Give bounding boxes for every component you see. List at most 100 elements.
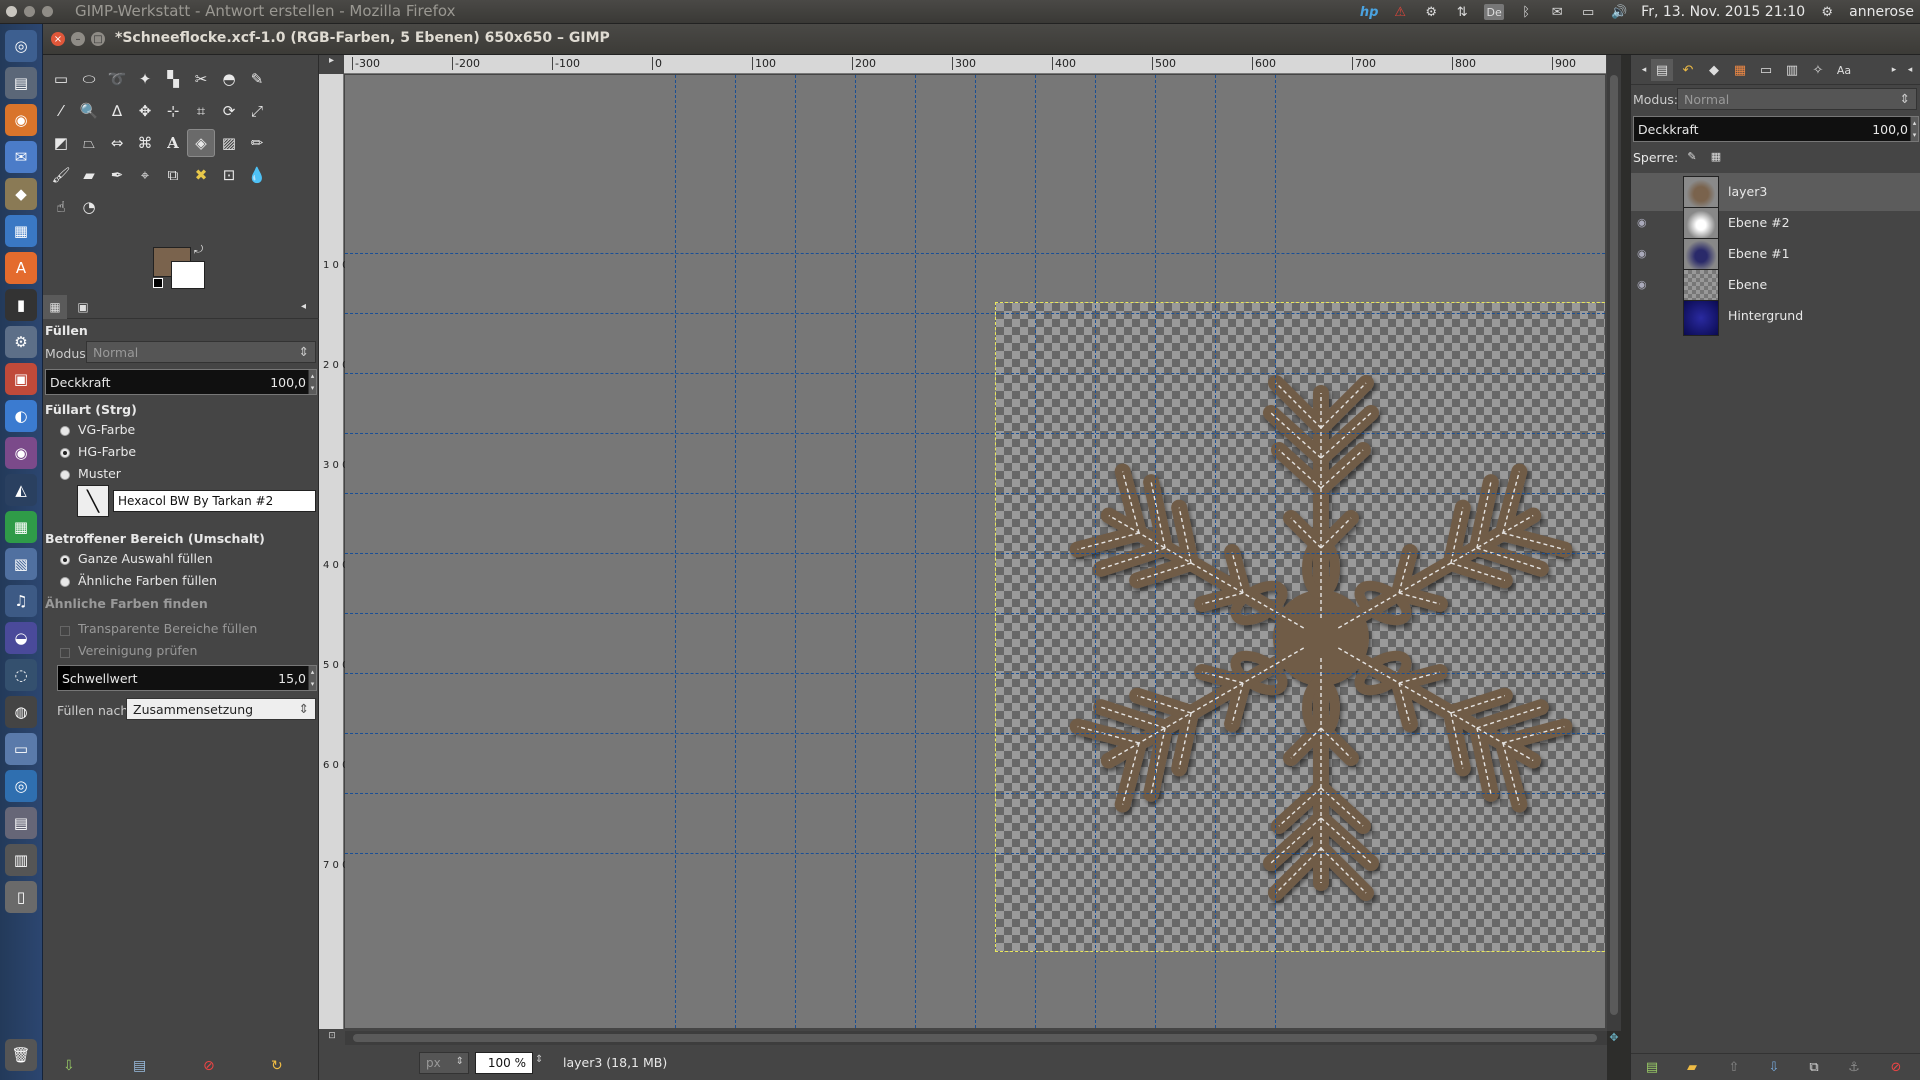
gradients-tab-icon[interactable]: ▭ (1755, 59, 1777, 81)
horizontal-scroll-thumb[interactable] (353, 1034, 1597, 1042)
maximize-window-button[interactable] (42, 6, 53, 17)
workspace-switcher-icon[interactable]: ▥ (5, 844, 37, 876)
lower-layer-icon[interactable]: ⇩ (1763, 1056, 1785, 1078)
visibility-eye-icon[interactable]: ◉ (1637, 278, 1647, 291)
gimp-maximize-button[interactable]: □ (91, 32, 105, 46)
merged-checkbox[interactable] (60, 648, 70, 658)
usb-drive-icon[interactable]: ▯ (5, 881, 37, 913)
undo-history-tab-icon[interactable]: ↶ (1677, 59, 1699, 81)
hp-icon[interactable]: hp (1360, 4, 1379, 20)
paths-tool-icon[interactable]: ✎ (243, 65, 271, 93)
merged-label[interactable]: Vereinigung prüfen (78, 643, 197, 658)
raise-layer-icon[interactable]: ⇧ (1723, 1056, 1745, 1078)
fonts-tab-icon[interactable]: ▥ (1781, 59, 1803, 81)
blur-tool-icon[interactable]: 💧 (243, 161, 271, 189)
move-tool-icon[interactable]: ✥ (131, 97, 159, 125)
calc-icon[interactable]: ▦ (5, 511, 37, 543)
horizontal-scrollbar[interactable] (345, 1031, 1607, 1045)
layer-opacity-slider[interactable]: Deckkraft 100,0 ▴ ▾ (1633, 116, 1919, 142)
gimp-icon[interactable]: ◆ (5, 178, 37, 210)
text-editor-icon[interactable]: ▤ (5, 807, 37, 839)
fill-pattern-radio[interactable] (60, 470, 70, 480)
vertical-guide[interactable] (1215, 75, 1216, 1028)
crop-tool-icon[interactable]: ⌗ (187, 97, 215, 125)
zoom-spin-icon[interactable]: ⇕ (535, 1054, 543, 1065)
save-options-icon[interactable]: ⇩ (63, 1058, 75, 1074)
new-layer-group-icon[interactable]: ▰ (1681, 1056, 1703, 1078)
fill-pattern-label[interactable]: Muster (78, 466, 121, 481)
system-settings-icon[interactable]: ⚙ (5, 326, 37, 358)
inkscape-icon[interactable]: ◭ (5, 474, 37, 506)
layer-name[interactable]: Ebene (1728, 277, 1767, 292)
cage-transform-tool-icon[interactable]: ⌘ (131, 129, 159, 157)
threshold-slider[interactable]: Schwellwert 15,0 ▴ ▾ (57, 665, 317, 691)
rect-select-tool-icon[interactable]: ▭ (47, 65, 75, 93)
airbrush-tool-icon[interactable]: ✒ (103, 161, 131, 189)
brushes-tab-icon[interactable]: ◆ (1703, 59, 1725, 81)
text-tab-icon[interactable]: Aa (1833, 59, 1855, 81)
lock-pixels-icon[interactable]: ✎ (1681, 145, 1703, 167)
document-icon[interactable]: ▭ (5, 733, 37, 765)
area-similar-label[interactable]: Ähnliche Farben füllen (78, 573, 217, 588)
music-icon[interactable]: ♫ (5, 585, 37, 617)
layer-name[interactable]: Hintergrund (1728, 308, 1803, 323)
smudge-tool-icon[interactable]: ☝ (47, 193, 75, 221)
area-similar-radio[interactable] (60, 577, 70, 587)
horizontal-ruler[interactable]: -300 -200 -100 0 100 200 300 400 500 600 700 800 900 (344, 55, 1606, 74)
tool-options-tab-icon[interactable]: ▦ (43, 295, 67, 319)
dash-icon[interactable]: ◎ (5, 30, 37, 62)
ellipse-select-tool-icon[interactable]: ⬭ (75, 65, 103, 93)
background-color-swatch[interactable] (171, 261, 205, 289)
area-whole-label[interactable]: Ganze Auswahl füllen (78, 551, 213, 566)
user-name[interactable]: annerose (1849, 4, 1914, 20)
network-manager-icon[interactable]: ◎ (5, 770, 37, 802)
browser-icon[interactable]: ◐ (5, 400, 37, 432)
gimp-minimize-button[interactable]: – (71, 32, 85, 46)
transparent-label[interactable]: Transparente Bereiche füllen (78, 621, 257, 636)
patterns-tab-icon[interactable]: ▦ (1729, 59, 1751, 81)
free-select-tool-icon[interactable]: ➰ (103, 65, 131, 93)
lock-alpha-icon[interactable]: ▦ (1705, 145, 1727, 167)
vertical-scroll-thumb[interactable] (1610, 75, 1618, 1015)
foreground-select-tool-icon[interactable]: ◓ (215, 65, 243, 93)
vertical-guide[interactable] (1095, 75, 1096, 1028)
gimp-close-button[interactable]: × (51, 32, 65, 46)
fuzzy-select-tool-icon[interactable]: ✦ (131, 65, 159, 93)
default-colors-icon[interactable] (153, 278, 163, 288)
files-icon[interactable]: ▤ (5, 67, 37, 99)
visibility-eye-icon[interactable]: ◉ (1637, 247, 1647, 260)
shear-tool-icon[interactable]: ◩ (47, 129, 75, 157)
perspective-clone-tool-icon[interactable]: ⊡ (215, 161, 243, 189)
vertical-guide[interactable] (675, 75, 676, 1028)
align-tool-icon[interactable]: ⊹ (159, 97, 187, 125)
quick-mask-corner-icon[interactable]: ▸ (319, 55, 344, 74)
clock[interactable]: Fr, 13. Nov. 2015 21:10 (1641, 4, 1805, 20)
vertical-guide[interactable] (915, 75, 916, 1028)
dock-menu-icon[interactable]: ◂ (1899, 59, 1920, 81)
pattern-name-field[interactable]: Hexacol BW By Tarkan #2 (113, 490, 316, 512)
delete-options-icon[interactable]: ⊘ (203, 1058, 215, 1074)
layer-name[interactable]: Ebene #1 (1728, 246, 1790, 261)
layer-name[interactable]: layer3 (1728, 184, 1767, 199)
device-status-tab-icon[interactable]: ▣ (71, 295, 95, 319)
stellarium-icon[interactable]: ◒ (5, 622, 37, 654)
image-viewport[interactable] (345, 75, 1605, 1028)
vertical-guide[interactable] (1275, 75, 1276, 1028)
mail-icon[interactable]: ✉ (1548, 4, 1566, 20)
vertical-scrollbar[interactable] (1607, 55, 1621, 1031)
heal-tool-icon[interactable]: ✖ (187, 161, 215, 189)
transparent-checkbox[interactable] (60, 626, 70, 636)
navigate-icon[interactable]: ✥ (1607, 1031, 1621, 1045)
color-picker-tool-icon[interactable]: ⁄ (47, 97, 75, 125)
measure-tool-icon[interactable]: ∆ (103, 97, 131, 125)
delete-layer-icon[interactable]: ⊘ (1885, 1056, 1907, 1078)
new-layer-icon[interactable]: ▤ (1641, 1056, 1663, 1078)
area-whole-radio[interactable] (60, 555, 70, 565)
scale-tool-icon[interactable]: ⤢ (243, 97, 271, 125)
pencil-tool-icon[interactable]: ✏ (243, 129, 271, 157)
visibility-eye-icon[interactable]: ◉ (1637, 216, 1647, 229)
scissors-tool-icon[interactable]: ✂ (187, 65, 215, 93)
trash-icon[interactable]: 🗑 (5, 1039, 37, 1071)
settings-gear-icon[interactable]: ⚙ (1818, 4, 1836, 20)
fill-fg-label[interactable]: VG-Farbe (78, 422, 135, 437)
